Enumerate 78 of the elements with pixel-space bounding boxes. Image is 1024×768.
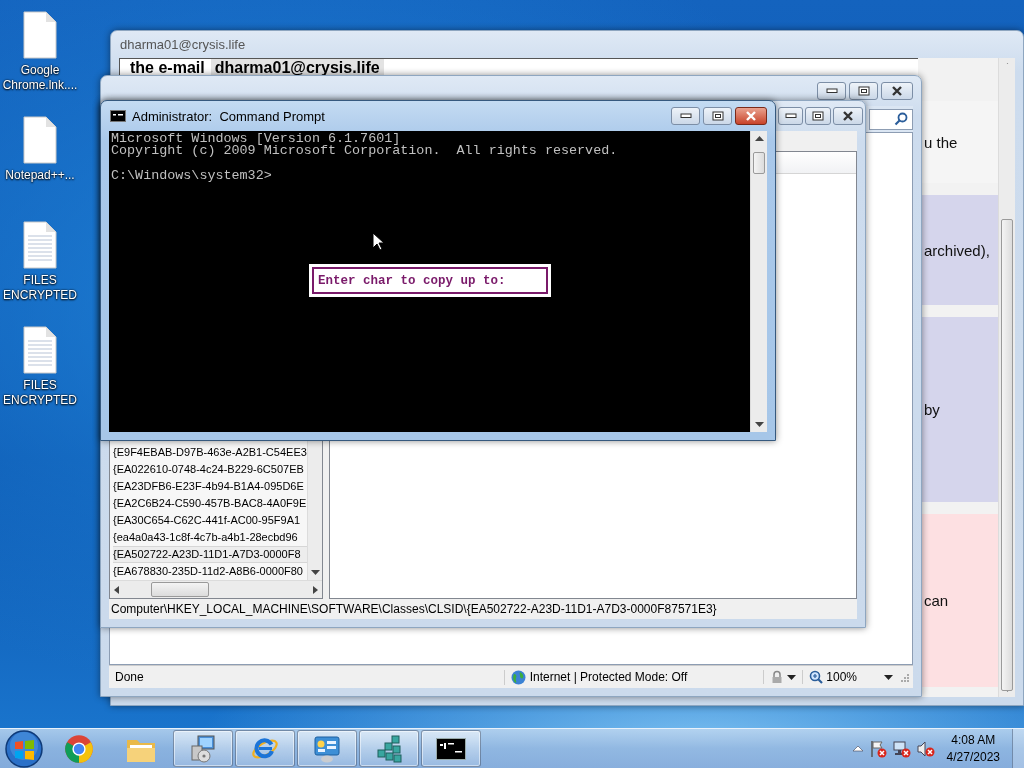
tree-item[interactable]: {ea4a0a43-1c8f-4c7b-a4b1-28ecbd96 [113,529,307,546]
scroll-thumb[interactable] [151,582,209,597]
terminal-icon [436,737,466,760]
zoom-icon[interactable] [809,670,824,684]
tree-item[interactable]: {EA23DFB6-E23F-4b94-B1A4-095D6E [113,478,307,495]
desktop-icon-label[interactable]: Notepad++... [0,168,80,183]
email-address: dharma01@crysis.life [210,58,384,77]
security-zone: Internet | Protected Mode: Off [529,670,688,684]
mouse-pointer-icon [372,232,384,251]
taskbar-button[interactable] [421,730,481,767]
maximize-icon [812,111,824,121]
scroll-thumb[interactable] [753,152,765,174]
window-title: dharma01@crysis.life [120,37,246,52]
tree-item[interactable]: {EA022610-0748-4c24-B229-6C507EB [113,461,307,478]
minimize-button[interactable] [817,82,846,100]
console-line: Copyright (c) 2009 Microsoft Corporation. All rights reserved. [111,145,619,158]
computer-icon [188,733,218,764]
minimize-button[interactable] [778,107,803,125]
tree-item[interactable]: {EA678830-235D-11d2-A8B6-0000F80 [113,563,307,580]
scrollbar[interactable] [998,58,1015,697]
status-text: Done [115,670,144,684]
maximize-icon [711,111,724,121]
console-prompt: C:\Windows\system32> [111,169,273,183]
scroll-right-icon[interactable] [313,585,318,594]
scroll-thumb[interactable] [1001,219,1013,691]
close-icon [842,111,854,121]
minimize-button[interactable] [671,107,700,125]
window-title: Administrator: Command Prompt [132,108,325,124]
text-file-icon [20,220,60,270]
flag-icon[interactable] [868,739,887,758]
key-path: Computer\HKEY_LOCAL_MACHINE\SOFTWARE\Classes\CLSID\{EA502722-A23D-11D1-A7D3-0000F87571E3} [111,602,717,616]
minimize-icon [679,113,692,119]
show-desktop-button[interactable] [1012,728,1024,768]
resize-grip-icon [899,672,909,682]
desktop-icon-label[interactable]: FILES ENCRYPTED [0,273,80,303]
control-panel-icon [312,733,342,764]
start-icon[interactable] [4,728,44,768]
search-field[interactable] [869,108,913,130]
scroll-down-icon[interactable] [310,569,320,575]
chevron-up-icon[interactable] [852,745,863,752]
maximize-icon [857,86,870,96]
tree-item[interactable]: {EA502722-A23D-11D1-A7D3-0000F8 [113,546,307,563]
tree-item[interactable]: {E9F4EBAB-D97B-463e-A2B1-C54EE3 [113,444,307,461]
tree-item[interactable]: {EA30C654-C62C-441f-AC00-95F9A1 [113,512,307,529]
caret-icon[interactable] [884,674,893,680]
minimize-icon [825,88,838,94]
clock[interactable]: 4:08 AM 4/27/2023 [940,731,1006,766]
desktop-icon-label[interactable]: FILES ENCRYPTED [0,378,80,408]
browser-icon [64,733,94,764]
maximize-button[interactable] [849,82,878,100]
close-button[interactable] [735,107,767,125]
maximize-button[interactable] [805,107,831,125]
banner-label: the e-mail [130,58,205,77]
tree-item[interactable]: {EA2C6B24-C590-457B-BAC8-4A0F9E [113,495,307,512]
console-line: Microsoft Windows [Version 6.1.7601] [111,133,401,146]
close-button[interactable] [833,107,863,125]
close-button[interactable] [881,82,913,100]
minimize-icon [784,113,797,119]
zoom-level[interactable]: 100% [826,670,857,684]
maximize-button[interactable] [703,107,732,125]
horizontal-scrollbar[interactable] [110,580,322,598]
close-icon [891,86,903,96]
scrollbar[interactable] [750,131,767,432]
cubes-icon [374,733,404,764]
search-icon[interactable] [894,112,908,126]
desktop-icon-label[interactable]: Google Chrome.lnk.... [0,63,80,93]
caret-icon[interactable] [787,674,797,680]
globe-icon [510,669,526,685]
speaker-muted-icon[interactable] [916,739,935,758]
network-icon[interactable] [892,739,911,758]
text-file-icon [20,325,60,375]
file-icon [20,10,60,60]
terminal-icon [110,110,126,122]
file-icon [20,115,60,165]
close-icon [745,111,757,121]
dialog-text: Enter char to copy up to: [318,274,506,288]
scroll-down-icon[interactable] [754,421,764,427]
scroll-up-icon[interactable] [754,136,764,142]
